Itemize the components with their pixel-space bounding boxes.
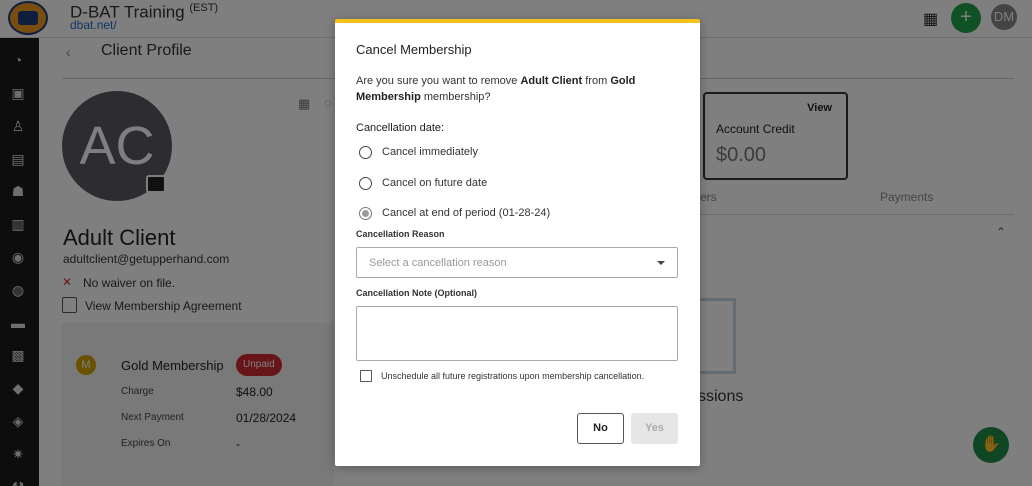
- cancellation-date-label: Cancellation date:: [356, 122, 445, 134]
- message-mid: from: [582, 75, 611, 87]
- caret-down-icon: [657, 260, 665, 265]
- message-prefix: Are you sure you want to remove: [356, 75, 521, 87]
- radio-label: Cancel at end of period (01-28-24): [382, 207, 551, 219]
- radio-label: Cancel on future date: [382, 177, 488, 189]
- radio-button[interactable]: [359, 145, 372, 159]
- radio-cancel-end-of-period[interactable]: Cancel at end of period (01-28-24): [359, 205, 550, 221]
- unschedule-checkbox[interactable]: [360, 370, 372, 382]
- no-button[interactable]: No: [577, 413, 624, 444]
- radio-cancel-immediately[interactable]: Cancel immediately: [359, 144, 478, 160]
- yes-button[interactable]: Yes: [631, 413, 678, 444]
- dialog-message: Are you sure you want to remove Adult Cl…: [356, 73, 656, 105]
- radio-cancel-future-date[interactable]: Cancel on future date: [359, 175, 487, 191]
- radio-button[interactable]: [359, 176, 372, 190]
- cancel-membership-dialog: Cancel Membership Are you sure you want …: [335, 19, 700, 466]
- select-placeholder: Select a cancellation reason: [369, 256, 507, 269]
- client-name-strong: Adult Client: [520, 75, 583, 87]
- unschedule-checkbox-row[interactable]: Unschedule all future registrations upon…: [360, 370, 644, 382]
- dialog-title: Cancel Membership: [356, 42, 472, 57]
- cancellation-note-label: Cancellation Note (Optional): [356, 288, 478, 298]
- cancellation-reason-select[interactable]: Select a cancellation reason: [356, 247, 678, 278]
- message-suffix: membership?: [420, 91, 491, 103]
- cancellation-reason-label: Cancellation Reason: [356, 229, 445, 239]
- cancellation-note-field[interactable]: [356, 306, 678, 361]
- checkbox-label: Unschedule all future registrations upon…: [381, 371, 645, 381]
- radio-button[interactable]: [359, 206, 372, 220]
- radio-label: Cancel immediately: [382, 146, 478, 158]
